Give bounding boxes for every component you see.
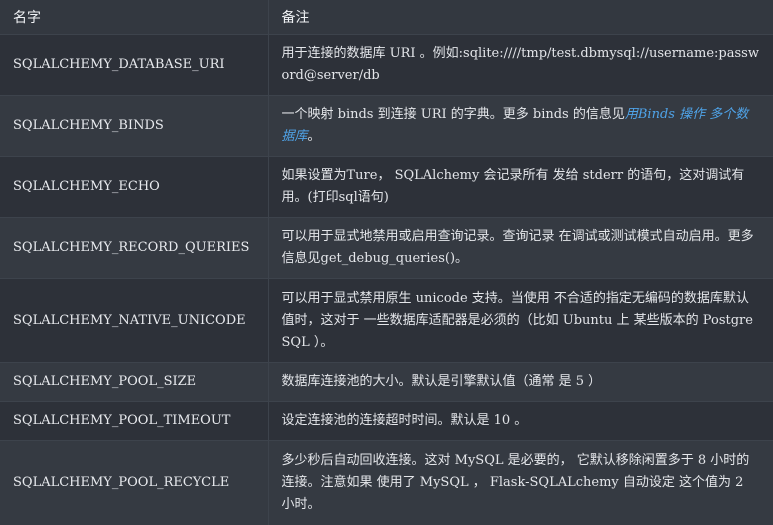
note-text: 。: [307, 129, 321, 144]
table-row: SQLALCHEMY_DATABASE_URI 用于连接的数据库 URI 。例如…: [0, 34, 773, 96]
config-note: 数据库连接池的大小。默认是引擎默认值（通常 是 5 ）: [268, 362, 773, 402]
note-text: 一个映射 binds 到连接 URI 的字典。更多 binds 的信息见: [281, 107, 625, 122]
table-row: SQLALCHEMY_BINDS 一个映射 binds 到连接 URI 的字典。…: [0, 95, 773, 157]
header-name: 名字: [0, 0, 269, 35]
config-name: SQLALCHEMY_ECHO: [0, 156, 269, 218]
config-name: SQLALCHEMY_BINDS: [0, 95, 269, 157]
config-name: SQLALCHEMY_POOL_RECYCLE: [0, 440, 269, 525]
table-row: SQLALCHEMY_POOL_RECYCLE 多少秒后自动回收连接。这对 My…: [0, 440, 773, 525]
config-table: 名字 备注 SQLALCHEMY_DATABASE_URI 用于连接的数据库 U…: [0, 0, 773, 525]
config-note: 用于连接的数据库 URI 。例如:sqlite:////tmp/test.dbm…: [268, 34, 773, 96]
config-note: 一个映射 binds 到连接 URI 的字典。更多 binds 的信息见用Bin…: [268, 95, 773, 157]
config-name: SQLALCHEMY_NATIVE_UNICODE: [0, 278, 269, 363]
config-name: SQLALCHEMY_POOL_TIMEOUT: [0, 401, 269, 441]
header-note: 备注: [268, 0, 773, 35]
config-note: 多少秒后自动回收连接。这对 MySQL 是必要的， 它默认移除闲置多于 8 小时…: [268, 440, 773, 525]
config-name: SQLALCHEMY_DATABASE_URI: [0, 34, 269, 96]
table-row: SQLALCHEMY_NATIVE_UNICODE 可以用于显式禁用原生 uni…: [0, 278, 773, 363]
config-note: 可以用于显式禁用原生 unicode 支持。当使用 不合适的指定无编码的数据库默…: [268, 278, 773, 363]
config-note: 如果设置为Ture， SQLAlchemy 会记录所有 发给 stderr 的语…: [268, 156, 773, 218]
config-note: 可以用于显式地禁用或启用查询记录。查询记录 在调试或测试模式自动启用。更多信息见…: [268, 217, 773, 279]
table-row: SQLALCHEMY_RECORD_QUERIES 可以用于显式地禁用或启用查询…: [0, 217, 773, 279]
config-note: 设定连接池的连接超时时间。默认是 10 。: [268, 401, 773, 441]
table-header-row: 名字 备注: [0, 0, 773, 35]
config-name: SQLALCHEMY_RECORD_QUERIES: [0, 217, 269, 279]
table-row: SQLALCHEMY_POOL_SIZE 数据库连接池的大小。默认是引擎默认值（…: [0, 362, 773, 402]
table-row: SQLALCHEMY_ECHO 如果设置为Ture， SQLAlchemy 会记…: [0, 156, 773, 218]
table-row: SQLALCHEMY_POOL_TIMEOUT 设定连接池的连接超时时间。默认是…: [0, 401, 773, 441]
config-name: SQLALCHEMY_POOL_SIZE: [0, 362, 269, 402]
